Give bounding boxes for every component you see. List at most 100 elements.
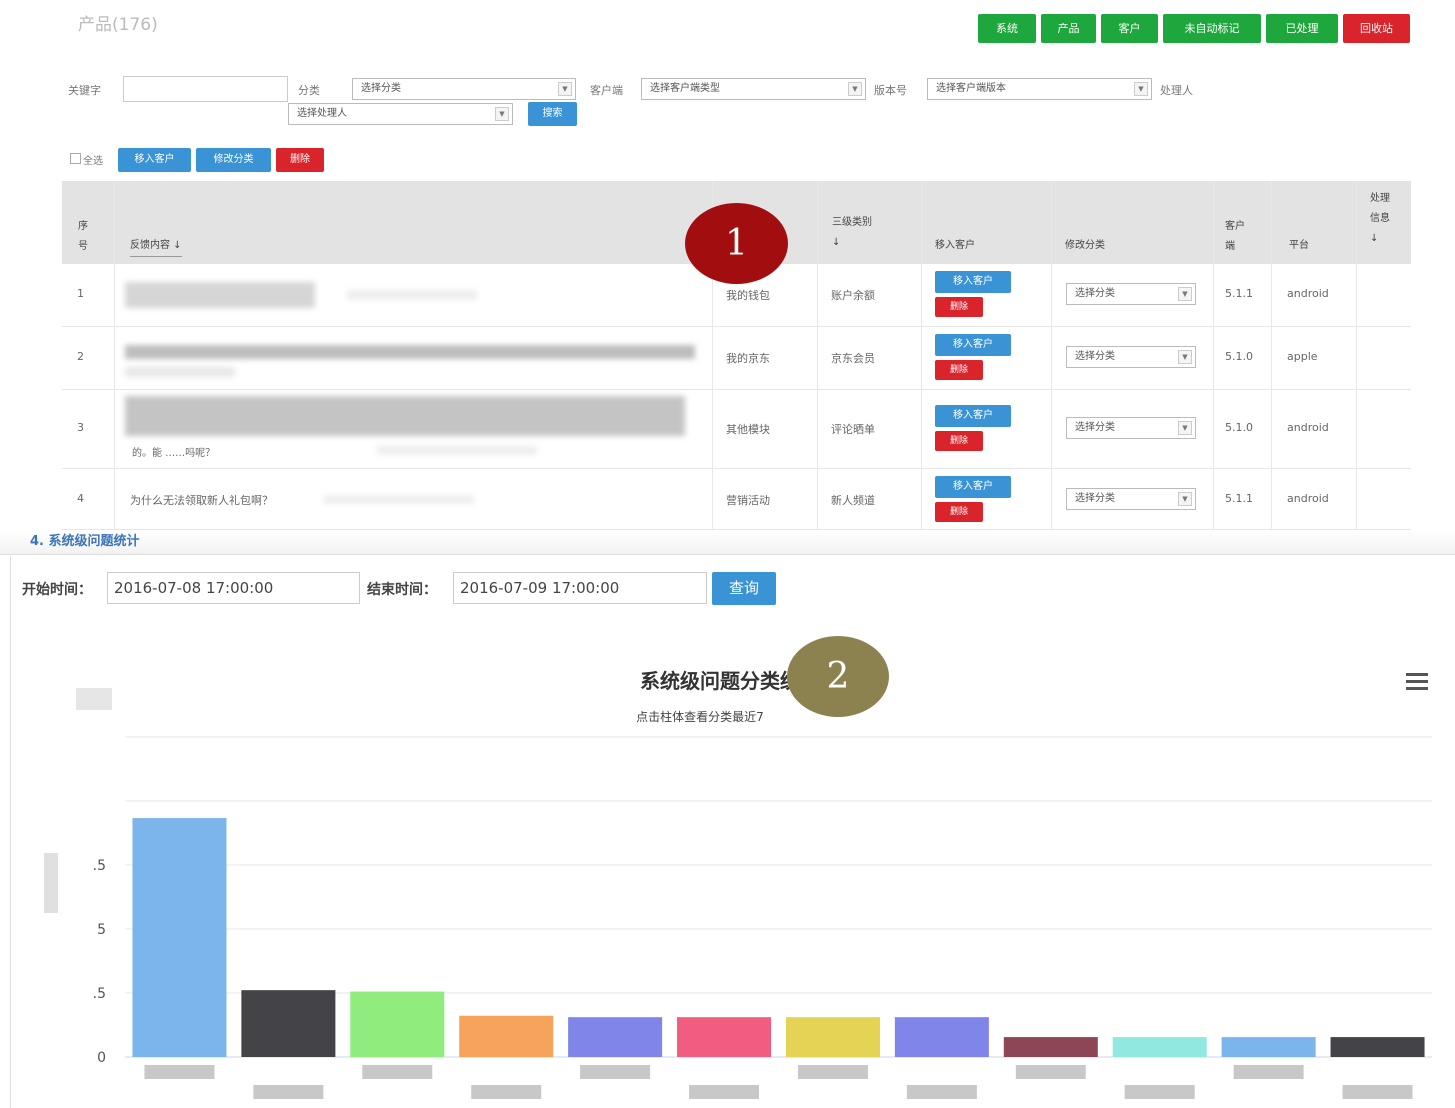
row-content: 的。能 ……吗呢？	[132, 448, 216, 459]
row-move-customer-button[interactable]: 移入客户	[935, 405, 1011, 427]
row-category-select[interactable]: 选择分类 ▼	[1066, 488, 1196, 510]
client-select[interactable]: 选择客户端类型 ▼	[641, 78, 866, 100]
chevron-down-icon: ▼	[1178, 350, 1192, 364]
row-category-select[interactable]: 选择分类 ▼	[1066, 417, 1196, 439]
nav-unmarked-button[interactable]: 未自动标记	[1163, 14, 1261, 43]
col-platform-header: 平台	[1289, 240, 1309, 251]
blurred-meta	[324, 495, 474, 504]
query-button[interactable]: 查询	[712, 572, 776, 605]
chart-bar[interactable]	[350, 991, 445, 1057]
chart-bar[interactable]	[1221, 1037, 1316, 1057]
chevron-down-icon: ▼	[1178, 421, 1192, 435]
chart-title: 系统级问题分类统	[640, 669, 800, 693]
chart-bar[interactable]	[132, 818, 227, 1057]
blurred-category-label	[1015, 1065, 1086, 1079]
search-button[interactable]: 搜索	[528, 102, 577, 126]
row-category-select[interactable]: 选择分类 ▼	[1066, 283, 1196, 305]
chart-bar[interactable]	[568, 1017, 663, 1057]
category-label: 分类	[298, 84, 320, 97]
nav-product-button[interactable]: 产品	[1041, 14, 1096, 43]
chart-bar[interactable]	[241, 990, 336, 1057]
table-row: 4 为什么无法领取新人礼包啊？ 营销活动 新人频道 移入客户 删除 选择分类 ▼…	[62, 469, 1411, 530]
blurred-category-label	[689, 1085, 760, 1099]
nav-processed-button[interactable]: 已处理	[1266, 14, 1338, 43]
annotation-marker-2: 2	[787, 636, 889, 717]
col-index-header: 序号	[78, 221, 88, 252]
row-move-customer-button[interactable]: 移入客户	[935, 334, 1011, 356]
version-select-value: 选择客户端版本	[936, 83, 1006, 94]
column-divider	[921, 181, 922, 531]
blurred-y-axis-label	[44, 853, 58, 913]
select-all-label: 全选	[83, 156, 103, 167]
handler-label: 处理人	[1160, 84, 1193, 97]
col-handler-header[interactable]: 处理信息↓	[1370, 189, 1398, 249]
blurred-content	[125, 396, 685, 436]
column-divider	[817, 181, 818, 531]
row-category-select-value: 选择分类	[1075, 288, 1115, 299]
nav-recycle-button[interactable]: 回收站	[1343, 14, 1410, 43]
table-row: 3 的。能 ……吗呢？ 其他模块 评论晒单 移入客户 删除 选择分类 ▼ 5.1…	[62, 390, 1411, 469]
y-tick-label: .5	[93, 858, 106, 874]
section-title: 4. 系统级问题统计	[30, 534, 140, 549]
page-title: 产品(176)	[78, 15, 158, 35]
col-modify-header: 修改分类	[1065, 240, 1105, 251]
row-delete-button[interactable]: 删除	[935, 360, 983, 380]
row-delete-button[interactable]: 删除	[935, 502, 983, 522]
row-index: 4	[77, 492, 84, 505]
row-move-customer-button[interactable]: 移入客户	[935, 271, 1011, 293]
row-delete-button[interactable]: 删除	[935, 297, 983, 317]
blurred-category-label	[471, 1085, 542, 1099]
handler-select-value: 选择处理人	[297, 108, 347, 119]
blurred-meta	[347, 290, 477, 300]
row-index: 1	[77, 287, 84, 300]
chart-bar[interactable]	[1330, 1037, 1425, 1057]
chart-bar[interactable]	[785, 1017, 880, 1057]
row-category-select[interactable]: 选择分类 ▼	[1066, 346, 1196, 368]
bulk-delete-button[interactable]: 删除	[276, 148, 324, 172]
blurred-category-label	[253, 1085, 324, 1099]
col-content-header[interactable]: 反馈内容 ↓	[130, 236, 182, 257]
row-version: 5.1.1	[1225, 492, 1253, 505]
handler-select[interactable]: 选择处理人 ▼	[288, 103, 513, 125]
version-select[interactable]: 选择客户端版本 ▼	[927, 78, 1152, 100]
menu-icon[interactable]	[1406, 673, 1428, 690]
keyword-input[interactable]	[123, 76, 288, 102]
row-version: 5.1.0	[1225, 421, 1253, 434]
blurred-content	[125, 282, 315, 308]
row-level2: 我的钱包	[726, 289, 770, 302]
start-time-label: 开始时间：	[22, 582, 92, 598]
row-delete-button[interactable]: 删除	[935, 431, 983, 451]
blurred-meta	[125, 367, 235, 377]
section-header-bar	[0, 530, 1455, 555]
y-tick-label: .5	[93, 986, 106, 1002]
blurred-category-label	[797, 1065, 868, 1079]
nav-system-button[interactable]: 系统	[978, 14, 1036, 43]
blurred-category-label	[1124, 1085, 1195, 1099]
row-content: 为什么无法领取新人礼包啊？	[130, 494, 273, 507]
row-level3: 新人频道	[831, 494, 875, 507]
table-row: 2 我的京东 京东会员 移入客户 删除 选择分类 ▼ 5.1.0 apple	[62, 327, 1411, 390]
chart-bar[interactable]	[459, 1015, 554, 1057]
end-time-input[interactable]: 2016-07-09 17:00:00	[453, 572, 707, 604]
chevron-down-icon: ▼	[1134, 82, 1148, 96]
chart-bar[interactable]	[1112, 1037, 1207, 1057]
chart-bar[interactable]	[1003, 1037, 1098, 1057]
chart-bar[interactable]	[677, 1017, 772, 1057]
blurred-y-tick	[76, 688, 112, 710]
bulk-move-customer-button[interactable]: 移入客户	[118, 148, 191, 172]
chart-subtitle: 点击柱体查看分类最近7	[636, 709, 764, 724]
start-time-input[interactable]: 2016-07-08 17:00:00	[107, 572, 360, 604]
category-select[interactable]: 选择分类 ▼	[352, 78, 576, 100]
client-label: 客户端	[590, 84, 623, 97]
select-all-checkbox[interactable]	[70, 153, 81, 164]
feedback-panel: 产品(176) 系统 产品 客户 未自动标记 已处理 回收站 关键字 分类 选择…	[0, 0, 1455, 531]
blurred-category-label	[906, 1085, 977, 1099]
col-level3-header[interactable]: 三级类别 ↓	[832, 213, 882, 253]
col-move-header: 移入客户	[935, 240, 975, 251]
chart-bar[interactable]	[894, 1017, 989, 1057]
row-move-customer-button[interactable]: 移入客户	[935, 476, 1011, 498]
blurred-content	[125, 345, 695, 359]
bulk-modify-category-button[interactable]: 修改分类	[196, 148, 271, 172]
version-label: 版本号	[874, 84, 907, 97]
nav-customer-button[interactable]: 客户	[1101, 14, 1158, 43]
